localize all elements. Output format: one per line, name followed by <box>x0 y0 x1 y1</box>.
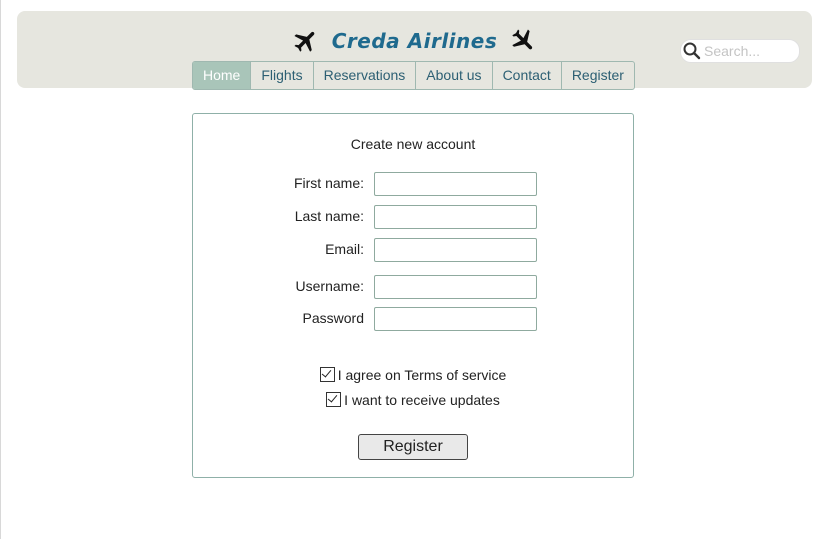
password-label: Password <box>302 310 364 326</box>
password-row: Password <box>193 307 633 331</box>
last-name-field[interactable] <box>374 205 537 229</box>
username-field[interactable] <box>374 275 537 299</box>
search-icon[interactable] <box>682 41 702 61</box>
airplane-icon <box>294 31 315 52</box>
email-row: Email: <box>193 238 633 262</box>
brand-inner: Creda Airlines <box>292 27 538 55</box>
first-name-label: First name: <box>293 175 364 191</box>
terms-checkbox[interactable] <box>319 367 335 382</box>
email-field[interactable] <box>374 238 537 262</box>
form-title: Create new account <box>350 136 476 152</box>
terms-row: I agree on Terms of service <box>193 366 633 384</box>
email-label: Email: <box>325 241 364 257</box>
search-box <box>680 39 800 63</box>
password-field[interactable] <box>374 307 537 331</box>
registration-form: Create new account First name: Last name… <box>192 113 634 478</box>
first-name-row: First name: <box>193 172 633 196</box>
last-name-label: Last name: <box>294 208 364 224</box>
nav-item-about-us[interactable]: About us <box>415 62 491 89</box>
page-left-border <box>0 0 1 539</box>
nav-item-register[interactable]: Register <box>560 62 634 89</box>
nav-item-flights[interactable]: Flights <box>250 62 312 89</box>
nav-item-contact[interactable]: Contact <box>491 62 561 89</box>
search-input[interactable] <box>702 43 794 59</box>
nav-item-home[interactable]: Home <box>193 62 251 89</box>
updates-row: I want to receive updates <box>193 391 633 409</box>
register-button[interactable]: Register <box>358 434 468 460</box>
nav-item-reservations[interactable]: Reservations <box>312 62 416 89</box>
site-title[interactable]: Creda Airlines <box>332 29 498 53</box>
main-nav: Home Flights Reservations About us Conta… <box>192 61 635 90</box>
updates-checkbox[interactable] <box>326 392 342 407</box>
updates-label[interactable]: I want to receive updates <box>344 392 500 408</box>
first-name-field[interactable] <box>374 172 537 196</box>
username-row: Username: <box>193 275 633 299</box>
last-name-row: Last name: <box>193 205 633 229</box>
terms-label[interactable]: I agree on Terms of service <box>338 367 507 383</box>
airplane-icon <box>512 29 533 50</box>
username-label: Username: <box>295 278 364 294</box>
